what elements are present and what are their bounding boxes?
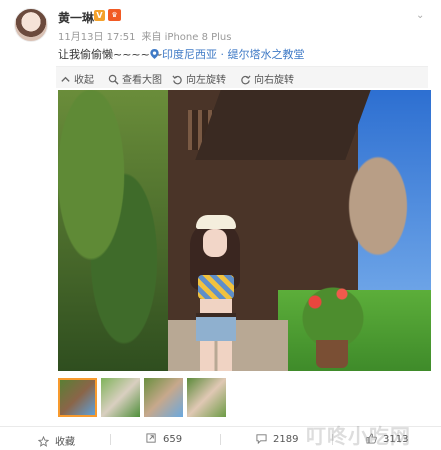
photo-flowers <box>288 270 378 350</box>
post-meta: 11月13日 17:51 来自 iPhone 8 Plus <box>58 28 231 43</box>
comment-button[interactable]: 2189 <box>256 433 298 445</box>
thumbnail-4[interactable] <box>187 378 226 417</box>
comment-icon <box>256 434 267 444</box>
magnifier-icon <box>108 74 119 85</box>
verified-badge-icon: V <box>94 10 105 21</box>
main-photo[interactable] <box>58 90 431 371</box>
collapse-button[interactable]: 收起 <box>60 71 94 86</box>
chevron-down-icon[interactable]: ⌄ <box>416 10 424 21</box>
location-label: 印度尼西亚 · 缇尔塔水之教堂 <box>162 48 305 61</box>
rotate-right-button[interactable]: 向右旋转 <box>240 71 294 86</box>
repost-button[interactable]: 659 <box>146 433 182 445</box>
thumbnail-1[interactable] <box>58 378 97 417</box>
rotate-left-icon <box>172 75 182 85</box>
thumbnail-2[interactable] <box>101 378 140 417</box>
star-icon <box>38 436 49 447</box>
photo-bare-tree <box>328 150 428 290</box>
rotate-right-icon <box>241 75 251 85</box>
vip-badge-icon[interactable]: ♛ <box>108 9 121 21</box>
view-large-button[interactable]: 查看大图 <box>108 71 162 86</box>
rotate-left-button[interactable]: 向左旋转 <box>172 71 226 86</box>
avatar[interactable] <box>14 8 48 42</box>
post-text: 让我偷偷懒~~~~ ~ <box>58 48 163 61</box>
thumbnail-3[interactable] <box>144 378 183 417</box>
photo-person <box>176 215 256 371</box>
favorite-button[interactable]: 收藏 <box>38 433 75 448</box>
repost-icon <box>146 433 156 443</box>
username[interactable]: 黄一琳 <box>58 9 94 26</box>
image-toolbar: 收起 查看大图 向左旋转 向右旋转 <box>56 66 428 88</box>
collapse-icon <box>61 76 70 82</box>
post-header: 黄一琳 V ♛ 11月13日 17:51 来自 iPhone 8 Plus ⌄ <box>0 0 441 44</box>
photo-plants <box>58 90 168 371</box>
post-source: 来自 iPhone 8 Plus <box>141 32 232 43</box>
photo-flower-pot <box>316 340 348 368</box>
location-link[interactable]: 印度尼西亚 · 缇尔塔水之教堂 <box>150 46 305 62</box>
post-timestamp[interactable]: 11月13日 17:51 <box>58 32 135 43</box>
watermark: 叮咚小吃网 <box>306 424 411 448</box>
location-pin-icon <box>150 49 159 59</box>
